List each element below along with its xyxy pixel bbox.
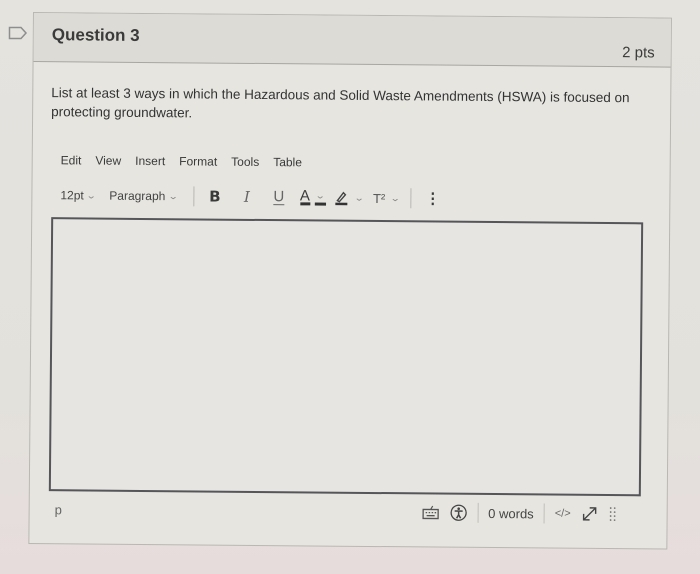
editor-menubar: Edit View Insert Format Tools Table: [61, 153, 302, 169]
font-color-icon: A: [299, 187, 310, 206]
accessibility-icon: [450, 504, 467, 521]
question-card: Question 3 2 pts List at least 3 ways in…: [28, 12, 672, 550]
flag-question-button[interactable]: [8, 26, 28, 40]
editor-statusbar: p 0 words </>: [49, 497, 637, 526]
highlight-color-button[interactable]: ⌄: [333, 187, 365, 209]
chevron-down-icon: ⌄: [86, 189, 97, 201]
chevron-down-icon: ⌄: [353, 192, 365, 203]
resize-handle[interactable]: [609, 505, 617, 523]
question-prompt: List at least 3 ways in which the Hazard…: [51, 85, 630, 121]
more-options-button[interactable]: ⋮: [422, 187, 444, 209]
chevron-down-icon: ⌄: [314, 189, 326, 206]
rich-text-editor[interactable]: [48, 217, 644, 497]
statusbar-controls: 0 words </>: [421, 502, 617, 524]
chevron-down-icon: ⌄: [389, 192, 401, 203]
superscript-button[interactable]: T² ⌄: [372, 187, 401, 209]
flag-icon: [8, 26, 28, 40]
html-editor-toggle[interactable]: </>: [555, 508, 571, 520]
chevron-down-icon: ⌄: [167, 190, 179, 201]
menu-insert[interactable]: Insert: [135, 154, 165, 168]
keyboard-shortcuts-button[interactable]: [421, 504, 439, 520]
editor-toolbar: 12pt ⌄ Paragraph ⌄ B I U A ⌄ ⌄ T² ⌄ ⋮: [60, 183, 454, 210]
fullscreen-icon: [582, 507, 597, 521]
statusbar-divider: [477, 502, 479, 523]
highlighter-icon: [335, 191, 348, 206]
bold-button[interactable]: B: [204, 185, 226, 207]
word-count: 0 words: [488, 505, 534, 521]
underline-icon: U: [273, 187, 285, 205]
toolbar-divider: [192, 186, 194, 207]
block-format-value: Paragraph: [109, 188, 166, 204]
block-format-select[interactable]: Paragraph ⌄: [109, 188, 179, 204]
menu-table[interactable]: Table: [273, 155, 302, 169]
question-title: Question 3: [51, 25, 140, 45]
menu-format[interactable]: Format: [179, 154, 217, 168]
font-size-value: 12pt: [60, 188, 84, 203]
font-color-button[interactable]: A ⌄: [299, 186, 326, 208]
element-path[interactable]: p: [55, 502, 62, 517]
italic-button[interactable]: I: [236, 186, 258, 208]
question-points: 2 pts: [622, 44, 655, 62]
fullscreen-button[interactable]: [581, 505, 599, 523]
question-header: Question 3 2 pts: [33, 13, 671, 68]
menu-tools[interactable]: Tools: [231, 155, 259, 169]
statusbar-divider: [543, 503, 545, 524]
superscript-icon: T²: [372, 190, 386, 206]
underline-button[interactable]: U: [268, 186, 290, 208]
menu-edit[interactable]: Edit: [61, 153, 82, 167]
font-size-select[interactable]: 12pt ⌄: [60, 188, 97, 203]
accessibility-checker-button[interactable]: [449, 504, 467, 522]
toolbar-divider: [410, 188, 412, 209]
menu-view[interactable]: View: [95, 154, 121, 168]
keyboard-icon: [422, 505, 439, 520]
resize-handle-icon: [609, 507, 616, 521]
